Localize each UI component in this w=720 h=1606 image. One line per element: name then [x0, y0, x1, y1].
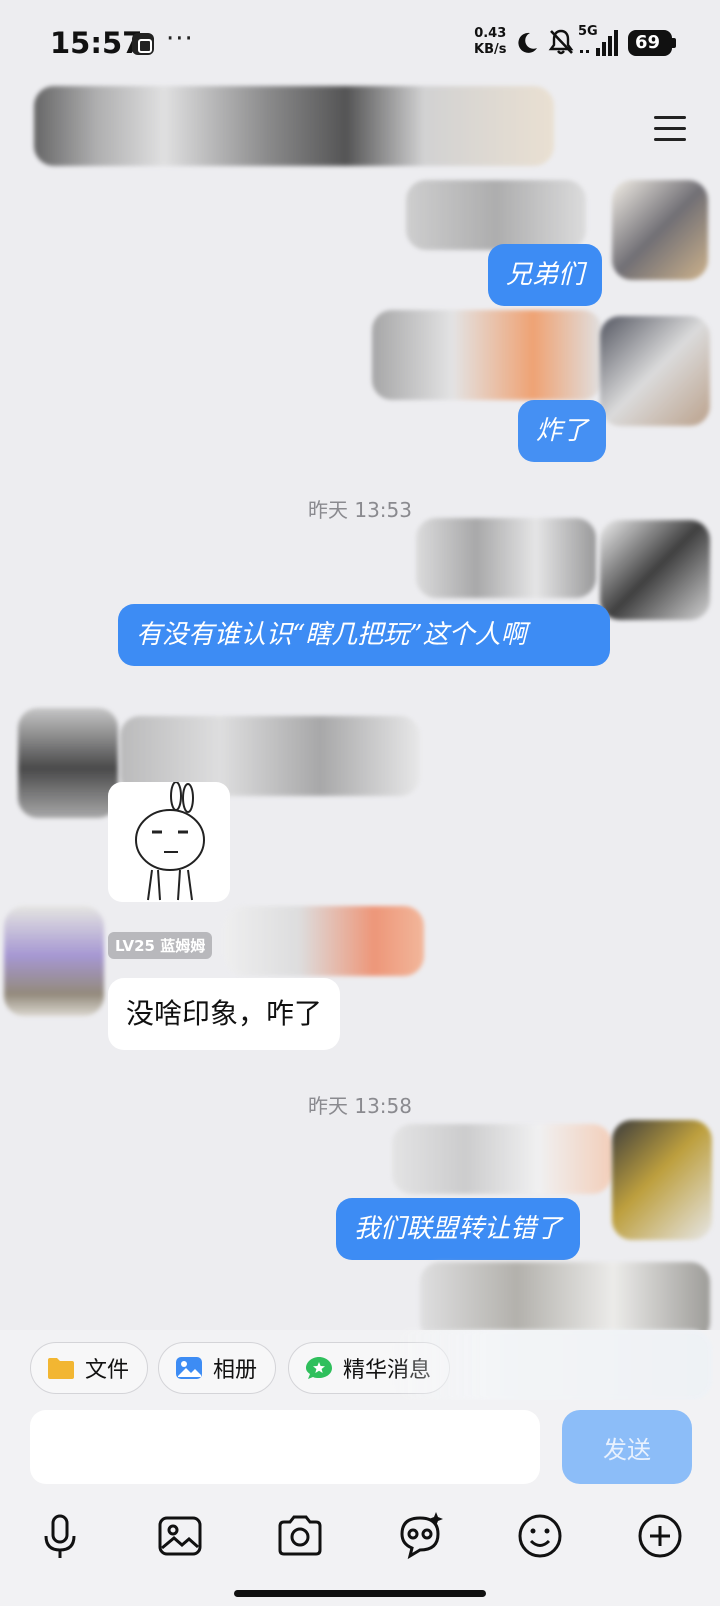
message-bubble-outgoing[interactable]: 我们联盟转让错了 — [336, 1198, 581, 1260]
home-indicator[interactable] — [234, 1590, 486, 1597]
app-notification-icon — [132, 33, 154, 55]
message-composer: 发送 — [0, 1400, 720, 1500]
rabbit-sticker-icon — [135, 782, 205, 901]
send-button[interactable]: 发送 — [562, 1410, 692, 1484]
camera-icon[interactable] — [272, 1508, 328, 1564]
status-time: 15:57 — [50, 26, 143, 60]
redacted-sender-info — [416, 518, 596, 598]
redacted-avatar — [600, 520, 710, 620]
microphone-icon[interactable] — [32, 1508, 88, 1564]
redacted-sender-info — [372, 310, 602, 400]
do-not-disturb-moon-icon — [518, 32, 537, 53]
image-icon[interactable] — [152, 1508, 208, 1564]
message-bubble-incoming[interactable]: 没啥印象，咋了 — [108, 978, 341, 1050]
plus-icon[interactable] — [632, 1508, 688, 1564]
timestamp: 昨天 13:58 — [308, 1094, 412, 1118]
status-bar: 15:57 ··· 0.43 KB/s 5G 69 — [0, 0, 720, 86]
net-speed-value: 0.43 — [474, 26, 507, 41]
signal-5g-icon: 5G — [578, 24, 622, 58]
menu-icon[interactable] — [654, 116, 686, 142]
more-dots-icon: ··· — [166, 24, 194, 54]
quick-action-label: 文件 — [85, 1358, 130, 1383]
message-bubble-outgoing[interactable]: 炸了 — [518, 400, 607, 462]
battery-icon: 69 — [628, 30, 676, 56]
message-input[interactable] — [30, 1410, 540, 1484]
bell-muted-icon — [548, 29, 574, 55]
message-text: 有没有谁认识“瞎几把玩”这个人啊 — [136, 620, 527, 650]
message-bubble-outgoing[interactable]: 有没有谁认识“瞎几把玩”这个人啊 — [118, 604, 610, 666]
emoji-icon[interactable] — [512, 1508, 568, 1564]
redacted-sender-info — [392, 1124, 612, 1194]
quick-action-album[interactable]: 相册 — [158, 1342, 277, 1394]
quick-actions-bar: 文件 相册 精华消息 — [0, 1330, 720, 1400]
redacted-sender-info — [224, 906, 424, 976]
redacted-avatar — [612, 180, 708, 280]
level-badge: LV25 蓝姆姆 — [108, 932, 213, 959]
star-message-icon — [306, 1357, 332, 1379]
message-text: 没啥印象，咋了 — [126, 997, 323, 1030]
rabbit-sticker[interactable] — [108, 782, 230, 902]
message-text: 兄弟们 — [506, 260, 585, 290]
quick-action-files[interactable]: 文件 — [30, 1342, 149, 1394]
folder-icon — [48, 1358, 74, 1379]
message-text: 我们联盟转让错了 — [354, 1214, 563, 1244]
redacted-quick-action — [392, 1330, 712, 1400]
ai-sticker-icon[interactable] — [392, 1508, 448, 1564]
redacted-avatar — [612, 1120, 712, 1240]
redacted-group-name — [34, 86, 554, 166]
redacted-avatar — [600, 316, 710, 426]
net-speed: 0.43 KB/s — [474, 26, 506, 58]
message-bubble-outgoing[interactable]: 兄弟们 — [488, 244, 603, 306]
redacted-avatar — [18, 708, 118, 818]
net-speed-unit: KB/s — [474, 42, 507, 57]
redacted-avatar — [4, 906, 104, 1016]
message-text: 炸了 — [536, 416, 589, 446]
chat-header — [0, 86, 720, 176]
timestamp: 昨天 13:53 — [308, 498, 412, 522]
redacted-sender-info — [406, 180, 586, 250]
photo-album-icon — [176, 1357, 202, 1379]
quick-action-label: 相册 — [213, 1358, 258, 1383]
